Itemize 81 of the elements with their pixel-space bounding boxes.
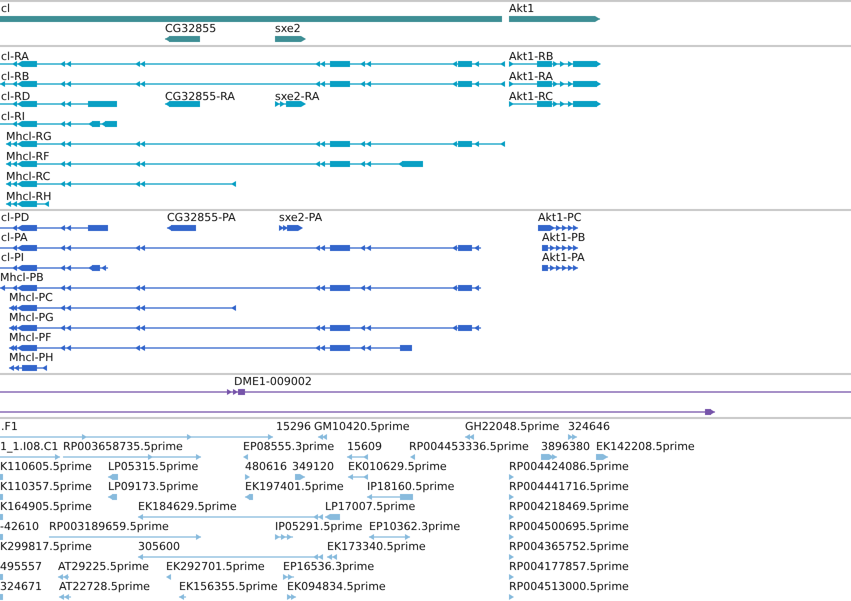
feature-label: 349120 [292, 460, 334, 473]
feature-label: RP004424086.5prime [509, 460, 629, 473]
feature-label: DME1-009002 [234, 375, 312, 388]
feature-label: K299817.5prime [0, 540, 92, 553]
feature-label: Mhcl-PH [9, 351, 54, 364]
feature-label: 324671 [0, 580, 42, 593]
feature-label: 324646 [568, 420, 610, 433]
feature-label: K110605.5prime [0, 460, 92, 473]
feature-label: sxe2-PA [279, 211, 322, 224]
feature-label: cl [1, 2, 10, 15]
feature-label: LP09173.5prime [108, 480, 198, 493]
feature-label: Mhcl-RC [6, 170, 50, 183]
feature-label: Akt1-RA [509, 70, 553, 83]
feature-label: AT22728.5prime [59, 580, 150, 593]
feature-label: 15609 [347, 440, 382, 453]
feature-label: Akt1-RB [509, 50, 554, 63]
feature-label: RP004513000.5prime [509, 580, 629, 593]
feature-label: LP17007.5prime [325, 500, 416, 513]
feature-label: LP05315.5prime [108, 460, 198, 473]
feature-label: EK156355.5prime [179, 580, 278, 593]
feature-label: RP004365752.5prime [509, 540, 629, 553]
feature-label: EK197401.5prime [245, 480, 344, 493]
feature-label: CG32855-RA [165, 90, 235, 103]
feature-label: CG32855 [165, 22, 216, 35]
alignment-glyph[interactable] [0, 388, 851, 396]
feature-label: RP004177857.5prime [509, 560, 629, 573]
feature-label: Mhcl-RH [6, 190, 52, 203]
feature-label: .F1 [1, 420, 18, 433]
feature-label: Akt1-RC [509, 90, 553, 103]
feature-label: RP003189659.5prime [49, 520, 169, 533]
feature-label: Akt1-PC [538, 211, 582, 224]
feature-label: sxe2 [275, 22, 301, 35]
feature-label: 480616 [245, 460, 287, 473]
feature-label: EK292701.5prime [166, 560, 265, 573]
feature-label: EK094834.5prime [287, 580, 386, 593]
feature-label: GM10420.5prime [314, 420, 410, 433]
feature-label: Mhcl-PB [0, 271, 44, 284]
feature-label: 3896380 [541, 440, 590, 453]
feature-label: cl-RA [1, 50, 29, 63]
feature-label: RP004218469.5prime [509, 500, 629, 513]
feature-label: EP10362.3prime [369, 520, 460, 533]
feature-label: EP16536.3prime [283, 560, 374, 573]
feature-label: Mhcl-PC [9, 291, 53, 304]
feature-label: K164905.5prime [0, 500, 92, 513]
feature-label: Mhcl-RG [6, 130, 52, 143]
feature-label: EK142208.5prime [596, 440, 695, 453]
feature-label: EP08555.3prime [243, 440, 334, 453]
feature-label: cl-RB [1, 70, 30, 83]
feature-label: cl-PI [1, 251, 24, 264]
feature-label: sxe2-RA [275, 90, 320, 103]
feature-label: CG32855-PA [167, 211, 236, 224]
feature-label: -42610 [0, 520, 39, 533]
feature-label: 305600 [138, 540, 180, 553]
feature-label: EK173340.5prime [327, 540, 426, 553]
feature-label: IP18160.5prime [367, 480, 454, 493]
feature-label: IP05291.5prime [275, 520, 362, 533]
feature-label: RP003658735.5prime [63, 440, 183, 453]
feature-label: K110357.5prime [0, 480, 92, 493]
feature-label: cl-PD [1, 211, 30, 224]
feature-label: 15296 [276, 420, 311, 433]
feature-label: Akt1-PA [542, 251, 585, 264]
feature-label: RP004500695.5prime [509, 520, 629, 533]
feature-label: RP004453336.5prime [409, 440, 529, 453]
transcript-glyph[interactable] [0, 80, 508, 88]
feature-label: Akt1 [509, 2, 534, 15]
feature-label: RP004441716.5prime [509, 480, 629, 493]
feature-label: Mhcl-PG [9, 311, 54, 324]
transcript-glyph[interactable] [6, 140, 508, 148]
feature-label: GH22048.5prime [465, 420, 560, 433]
feature-label: EK010629.5prime [348, 460, 447, 473]
feature-label: AT29225.5prime [58, 560, 149, 573]
feature-label: cl-RD [1, 90, 30, 103]
feature-label: Mhcl-PF [9, 331, 52, 344]
feature-label: cl-PA [1, 231, 28, 244]
feature-label: Akt1-PB [542, 231, 586, 244]
transcript-glyph[interactable] [0, 60, 508, 68]
feature-label: Mhcl-RF [6, 150, 50, 163]
feature-label: 1_1.I08.C1 [0, 440, 58, 453]
feature-label: cl-RI [1, 110, 25, 123]
feature-label: 495557 [0, 560, 42, 573]
feature-label: EK184629.5prime [138, 500, 237, 513]
